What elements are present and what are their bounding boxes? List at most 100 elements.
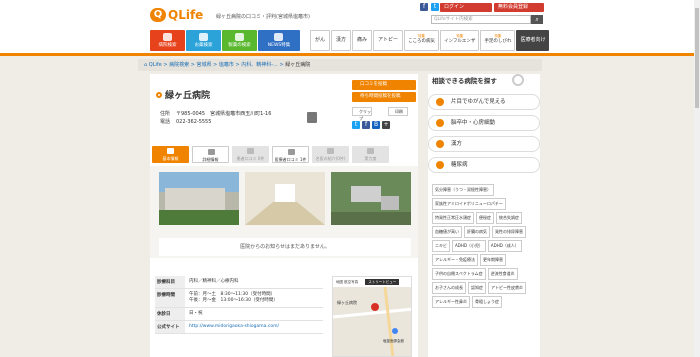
subnav-mental[interactable]: 特集 こころの病気 bbox=[404, 30, 440, 51]
login-button[interactable]: ログイン bbox=[440, 3, 492, 12]
search-icon[interactable]: ⌕ bbox=[531, 15, 543, 24]
map-icon[interactable] bbox=[307, 112, 317, 123]
notice-box: 医院からのお知らせはまだありません。 bbox=[159, 238, 411, 256]
topic-chip[interactable]: ニキビ bbox=[432, 240, 450, 252]
post-wait-label: 待ち時間投稿を投稿 bbox=[360, 94, 401, 99]
streetview-button[interactable]: ストリートビュー bbox=[365, 279, 400, 285]
print-button[interactable]: 印刷 bbox=[388, 107, 408, 116]
tab-doctors[interactable]: 名医の紹介(0件) bbox=[312, 146, 349, 163]
twitter-share-icon[interactable]: t bbox=[352, 121, 360, 129]
topic-chip[interactable]: 発性の排尿障害 bbox=[492, 226, 526, 238]
subnav-kampo[interactable]: 漢方 bbox=[331, 30, 352, 51]
facebook-share-icon[interactable]: f bbox=[362, 121, 370, 129]
scrollbar-thumb[interactable] bbox=[695, 8, 699, 108]
doctor-icon bbox=[327, 148, 334, 154]
nav-drug-search[interactable]: お薬検索 bbox=[186, 30, 221, 51]
tab-detail-info[interactable]: 詳細情報 bbox=[192, 146, 229, 163]
topic-chip[interactable]: 更年期障害 bbox=[480, 254, 506, 266]
crumb-dept[interactable]: 内科、精神科-... bbox=[241, 62, 278, 68]
post-wait-button[interactable]: 待ち時間投稿を投稿 bbox=[352, 92, 416, 102]
topic-chip[interactable]: 肝臓の病気 bbox=[464, 226, 490, 238]
topic-chip[interactable]: 骨粗しょう症 bbox=[472, 296, 502, 308]
tab-patient-reviews[interactable]: 患者口コミ 0件 bbox=[232, 146, 269, 163]
crumb-pref[interactable]: 宮城県 bbox=[197, 62, 212, 68]
sidebar-btn-diabetes[interactable]: 糖尿病 bbox=[428, 157, 540, 173]
topic-chip[interactable]: 逆流性食道炎 bbox=[487, 268, 518, 280]
for-professionals-button[interactable]: 医療者向け bbox=[516, 30, 550, 51]
satellite-tab[interactable]: 航空写真 bbox=[344, 280, 358, 284]
topic-chip[interactable]: ADHD（小児） bbox=[452, 240, 486, 252]
topic-chip[interactable]: 血糖値が高い bbox=[432, 226, 462, 238]
crumb-qlife[interactable]: QLife bbox=[149, 62, 162, 68]
subnav-influenza[interactable]: 特集 インフルエンザ bbox=[440, 30, 480, 51]
tab-pro-reviews[interactable]: 医療者口コミ 1件 bbox=[272, 146, 309, 163]
topic-chip[interactable]: 子供の自閉スペクトラム症 bbox=[432, 268, 486, 280]
map-toolbar: 地図 航空写真 ストリートビュー bbox=[333, 277, 411, 287]
nav-news[interactable]: NEWS特集 bbox=[258, 30, 300, 51]
nav-label: 製薬の検索 bbox=[228, 43, 251, 48]
tab-label: 実力度 bbox=[364, 156, 377, 161]
share-icon[interactable]: + bbox=[382, 121, 390, 129]
aerial-photo bbox=[331, 172, 411, 225]
subnav-cancer[interactable]: がん bbox=[310, 30, 331, 51]
subnav-label: こころの病気 bbox=[408, 39, 436, 44]
topic-chip[interactable]: 便秘症 bbox=[476, 212, 494, 224]
official-site-link[interactable]: http://www.midorigaoka-shiogama.com/ bbox=[189, 324, 279, 329]
crumb-city[interactable]: 塩竈市 bbox=[219, 62, 234, 68]
nav-hospital-search[interactable]: 病院検索 bbox=[150, 30, 185, 51]
bookmark-share-icon[interactable]: B bbox=[372, 121, 380, 129]
subnav-atopy[interactable]: アトピー bbox=[373, 30, 404, 51]
topic-chip[interactable]: アレルギー・免疫療法 bbox=[432, 254, 478, 266]
map-widget[interactable]: 地図 航空写真 ストリートビュー 緑ヶ丘病院 塩釜医師会館 bbox=[332, 276, 412, 357]
topic-chip[interactable]: アトピー性皮膚炎 bbox=[488, 282, 526, 294]
tab-ability[interactable]: 実力度 bbox=[352, 146, 389, 163]
tab-label: 名医の紹介(0件) bbox=[315, 156, 346, 161]
table-row: 診療科目 内科／精神科／心療内科 bbox=[155, 276, 323, 289]
sidebar-btn-label: 漢方 bbox=[451, 141, 463, 147]
row-value: 内科／精神科／心療内科 bbox=[189, 279, 239, 284]
crumb-search[interactable]: 病院検索 bbox=[169, 62, 189, 68]
post-review-button[interactable]: 口コミを投稿 bbox=[352, 80, 416, 90]
subnav-numbness[interactable]: 特集 手足のしびれ bbox=[480, 30, 516, 51]
topic-chip[interactable]: アレルギー性鼻炎 bbox=[432, 296, 470, 308]
tab-label: 基本情報 bbox=[162, 156, 179, 161]
subnav-pain[interactable]: 痛み bbox=[352, 30, 373, 51]
hospital-name: 緑ヶ丘病院 bbox=[165, 91, 211, 101]
map-place-label: 塩釜医師会館 bbox=[383, 339, 404, 343]
address-label: 住所 bbox=[160, 111, 171, 117]
brain-icon bbox=[436, 119, 444, 127]
sidebar-btn-kampo[interactable]: 漢方 bbox=[428, 136, 540, 152]
map-canvas[interactable] bbox=[333, 287, 412, 357]
social-icons: f t bbox=[420, 3, 439, 11]
news-icon bbox=[274, 33, 283, 41]
hospital-icon bbox=[163, 33, 172, 41]
topic-chip[interactable]: 特発性正常圧水頭症 bbox=[432, 212, 474, 224]
print-label: 印刷 bbox=[395, 109, 403, 114]
twitter-icon[interactable]: t bbox=[431, 3, 439, 11]
scrollbar[interactable] bbox=[694, 0, 700, 357]
nav-pharma-search[interactable]: 製薬の検索 bbox=[222, 30, 257, 51]
topic-chip[interactable]: お子さんの成長 bbox=[432, 282, 466, 294]
logo-mark-icon: Q bbox=[150, 8, 166, 22]
clip-label: クリップ bbox=[359, 109, 371, 121]
qlife-logo[interactable]: Q QLife bbox=[150, 8, 203, 22]
chart-icon bbox=[367, 148, 374, 154]
clip-button[interactable]: クリップ bbox=[352, 107, 372, 121]
map-tab[interactable]: 地図 bbox=[336, 280, 343, 284]
info-tabs: 基本情報 詳細情報 患者口コミ 0件 医療者口コミ 1件 名医の紹介(0件) 実… bbox=[152, 146, 389, 163]
sidebar-btn-vision[interactable]: 片目でゆがんで見える bbox=[428, 94, 540, 110]
topic-chip[interactable]: ADHD（成人） bbox=[487, 240, 522, 252]
topic-chip[interactable]: 家族性アミロイドポリニューロパチー bbox=[432, 198, 506, 210]
home-icon[interactable]: ⌂ bbox=[144, 62, 147, 68]
topic-chip[interactable]: 統合失調症 bbox=[496, 212, 522, 224]
facebook-icon[interactable]: f bbox=[420, 3, 428, 11]
topic-chip[interactable]: 気分障害（うつ・双極性障害） bbox=[432, 184, 494, 196]
topic-chip[interactable]: 認知症 bbox=[468, 282, 486, 294]
register-button[interactable]: 無料会員登録 bbox=[494, 3, 544, 12]
map-pin-icon[interactable] bbox=[371, 303, 379, 311]
sidebar-btn-stroke[interactable]: 脳卒中・心房細動 bbox=[428, 115, 540, 131]
search-input[interactable]: QLifeサイト内検索 bbox=[431, 15, 531, 24]
table-row: 休診日 日・祝 bbox=[155, 308, 323, 321]
tab-basic-info[interactable]: 基本情報 bbox=[152, 146, 189, 163]
